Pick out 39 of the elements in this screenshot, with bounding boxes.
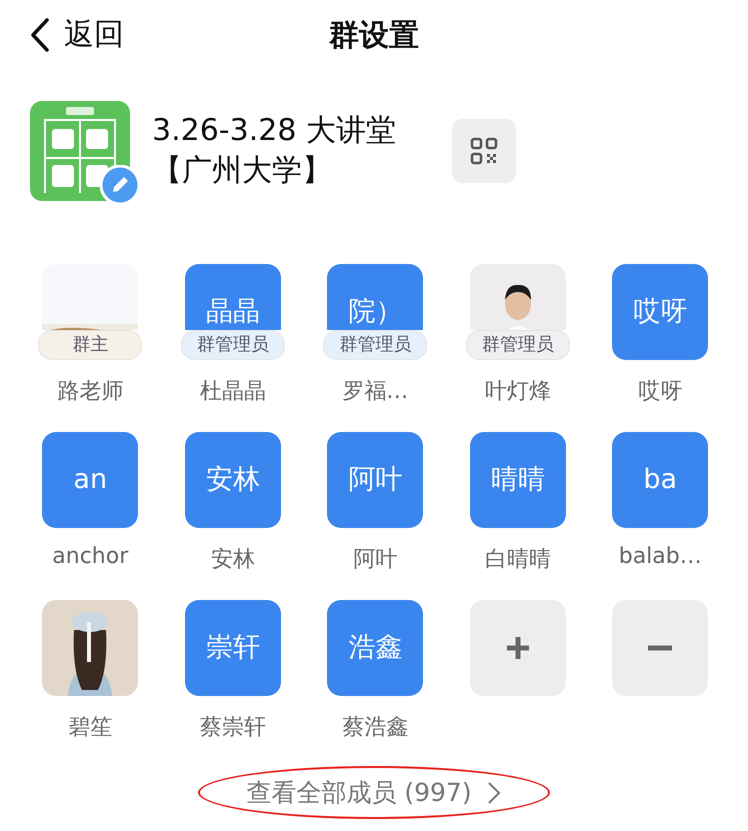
edit-icon[interactable] — [100, 165, 140, 205]
member-avatar[interactable]: 浩鑫 — [327, 600, 424, 696]
member-avatar[interactable]: ba — [612, 432, 708, 528]
add-member-button[interactable] — [470, 600, 566, 696]
member-name: 杜晶晶 — [200, 378, 266, 406]
member-avatar[interactable]: 哎呀 — [612, 264, 708, 360]
back-chevron-icon — [30, 16, 50, 52]
member-avatar[interactable]: an — [42, 432, 138, 528]
member-avatar[interactable]: 安林 — [184, 432, 281, 528]
member-name: 蔡浩鑫 — [342, 714, 408, 742]
member-avatar[interactable]: 阿叶 — [327, 432, 424, 528]
qr-code-icon — [470, 137, 498, 165]
member-avatar[interactable]: 晶晶 — [184, 264, 281, 330]
view-all-members-link[interactable]: 查看全部成员 (997) — [198, 766, 550, 819]
role-badge: 群管理员 — [466, 330, 570, 360]
member-name: anchor — [52, 544, 128, 569]
member-name: balab… — [618, 544, 702, 569]
minus-icon — [647, 645, 674, 651]
chevron-right-icon — [486, 780, 502, 806]
plus-icon — [504, 635, 531, 661]
member-name: 阿叶 — [353, 546, 398, 574]
member-name: 罗福… — [342, 378, 408, 406]
member-name: 白晴晴 — [484, 546, 551, 574]
back-button[interactable]: 返回 — [30, 14, 124, 55]
member-name: 路老师 — [57, 378, 124, 406]
member-name: 安林 — [210, 546, 255, 574]
member-avatar[interactable]: 晴晴 — [470, 432, 566, 528]
role-badge: 群管理员 — [180, 330, 285, 360]
role-badge: 群管理员 — [323, 330, 428, 360]
member-name: 叶灯烽 — [484, 378, 551, 406]
qr-code-button[interactable] — [452, 119, 516, 183]
member-name: 蔡崇轩 — [200, 714, 266, 742]
group-name: 3.26-3.28 大讲堂【广州大学】 — [152, 112, 397, 190]
member-name: 哎呀 — [638, 378, 682, 406]
page-title: 群设置 — [329, 16, 419, 54]
member-name: 碧笙 — [68, 714, 112, 742]
member-avatar[interactable]: 崇轩 — [184, 600, 281, 696]
member-avatar[interactable]: 院） — [327, 264, 424, 330]
role-badge: 群主 — [38, 330, 142, 360]
